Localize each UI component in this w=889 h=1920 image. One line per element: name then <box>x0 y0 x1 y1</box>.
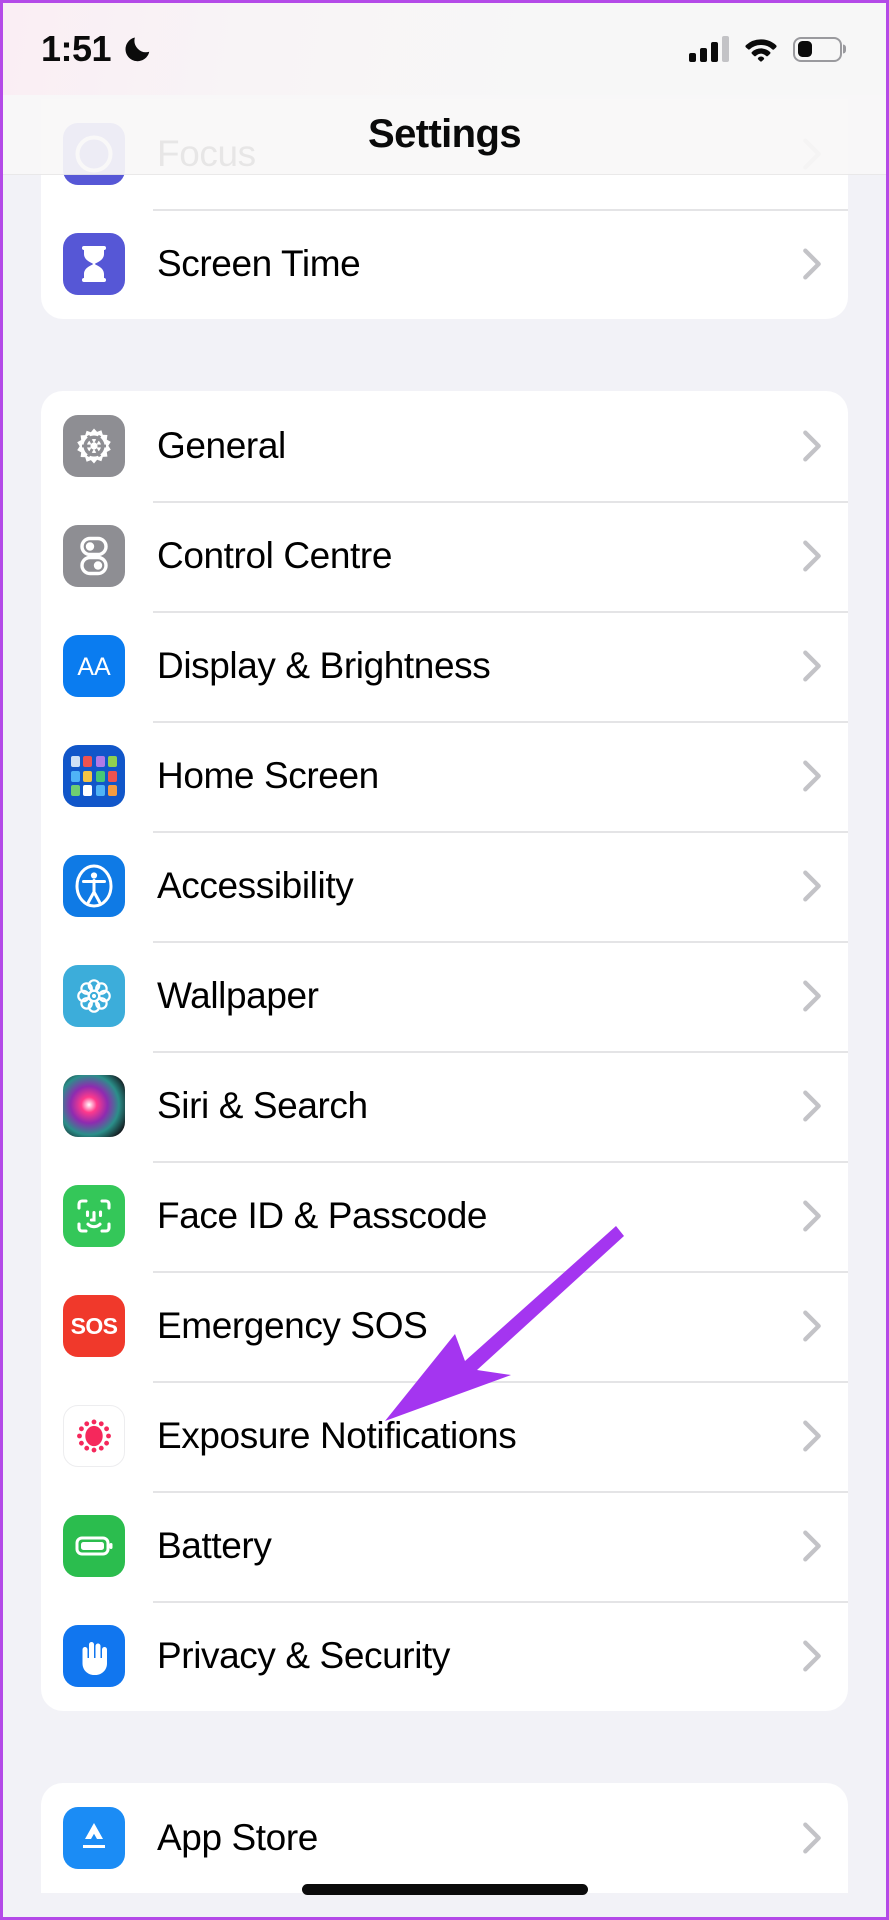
chevron-right-icon <box>803 1090 821 1122</box>
navigation-bar: Settings <box>3 95 886 175</box>
settings-row-exposure-notifications[interactable]: Exposure Notifications <box>41 1381 848 1491</box>
settings-row-label: Accessibility <box>157 865 354 906</box>
cellular-signal-icon <box>689 36 729 62</box>
settings-row-label: Home Screen <box>157 755 379 796</box>
settings-row-label: Battery <box>157 1525 272 1566</box>
chevron-right-icon <box>803 760 821 792</box>
sos-label: SOS <box>70 1312 118 1339</box>
settings-row-emergency-sos[interactable]: SOS Emergency SOS <box>41 1271 848 1381</box>
settings-row-face-id-passcode[interactable]: Face ID & Passcode <box>41 1161 848 1271</box>
settings-row-label: App Store <box>157 1817 318 1858</box>
screen-time-icon <box>63 233 125 295</box>
settings-row-label: Display & Brightness <box>157 645 491 686</box>
chevron-right-icon <box>803 870 821 902</box>
settings-row-label: Emergency SOS <box>157 1305 428 1346</box>
settings-row-battery[interactable]: Battery <box>41 1491 848 1601</box>
chevron-right-icon <box>803 1310 821 1342</box>
settings-row-accessibility[interactable]: Accessibility <box>41 831 848 941</box>
status-bar-left: 1:51 <box>41 31 153 67</box>
chevron-right-icon <box>803 430 821 462</box>
chevron-right-icon <box>803 1420 821 1452</box>
chevron-right-icon <box>803 1530 821 1562</box>
settings-row-app-store[interactable]: App Store <box>41 1783 848 1893</box>
settings-scroll-view[interactable]: Focus Screen Time <box>3 3 886 1917</box>
siri-icon <box>63 1075 125 1137</box>
chevron-right-icon <box>803 1640 821 1672</box>
gear-icon <box>63 415 125 477</box>
home-screen-icon <box>63 745 125 807</box>
settings-row-screen-time[interactable]: Screen Time <box>41 209 848 319</box>
settings-group-system: General Control Centre AA Display & Brig… <box>41 391 848 1711</box>
settings-group-app-store: App Store <box>41 1783 848 1893</box>
settings-row-label: Control Centre <box>157 535 393 576</box>
accessibility-icon <box>63 855 125 917</box>
phone-screen: 1:51 Settings Screen Time General Contro… <box>0 0 889 1920</box>
settings-row-privacy-security[interactable]: Privacy & Security <box>41 1601 848 1711</box>
settings-row-general[interactable]: General <box>41 391 848 501</box>
exposure-notifications-icon <box>63 1405 125 1467</box>
wifi-icon <box>745 39 777 62</box>
chevron-right-icon <box>803 650 821 682</box>
status-bar: 1:51 <box>3 3 886 95</box>
status-time: 1:51 <box>41 28 112 69</box>
battery-settings-icon <box>63 1515 125 1577</box>
control-centre-icon <box>63 525 125 587</box>
chevron-right-icon <box>803 1200 821 1232</box>
display-brightness-icon: AA <box>63 635 125 697</box>
home-screen-grid <box>71 756 117 796</box>
settings-row-label: Face ID & Passcode <box>157 1195 488 1236</box>
settings-row-home-screen[interactable]: Home Screen <box>41 721 848 831</box>
settings-row-label: Exposure Notifications <box>157 1415 517 1456</box>
settings-row-control-centre[interactable]: Control Centre <box>41 501 848 611</box>
settings-row-wallpaper[interactable]: Wallpaper <box>41 941 848 1051</box>
chevron-right-icon <box>803 980 821 1012</box>
page-title: Settings <box>368 112 522 156</box>
settings-row-label: General <box>157 425 286 466</box>
svg-text:AA: AA <box>77 653 111 681</box>
privacy-hand-icon <box>63 1625 125 1687</box>
settings-row-label: Siri & Search <box>157 1085 368 1126</box>
home-indicator-bar <box>301 1884 588 1895</box>
battery-icon <box>793 36 842 62</box>
settings-row-label: Wallpaper <box>157 975 319 1016</box>
app-store-icon <box>63 1807 125 1869</box>
wallpaper-icon <box>63 965 125 1027</box>
face-id-icon <box>63 1185 125 1247</box>
settings-row-label: Screen Time <box>157 243 361 284</box>
settings-row-label: Privacy & Security <box>157 1635 450 1676</box>
crescent-moon-icon <box>125 37 150 62</box>
settings-row-display-brightness[interactable]: AA Display & Brightness <box>41 611 848 721</box>
status-bar-right <box>689 36 842 62</box>
chevron-right-icon <box>803 540 821 572</box>
chevron-right-icon <box>803 248 821 280</box>
sos-icon: SOS <box>63 1295 125 1357</box>
settings-row-siri-search[interactable]: Siri & Search <box>41 1051 848 1161</box>
chevron-right-icon <box>803 1822 821 1854</box>
